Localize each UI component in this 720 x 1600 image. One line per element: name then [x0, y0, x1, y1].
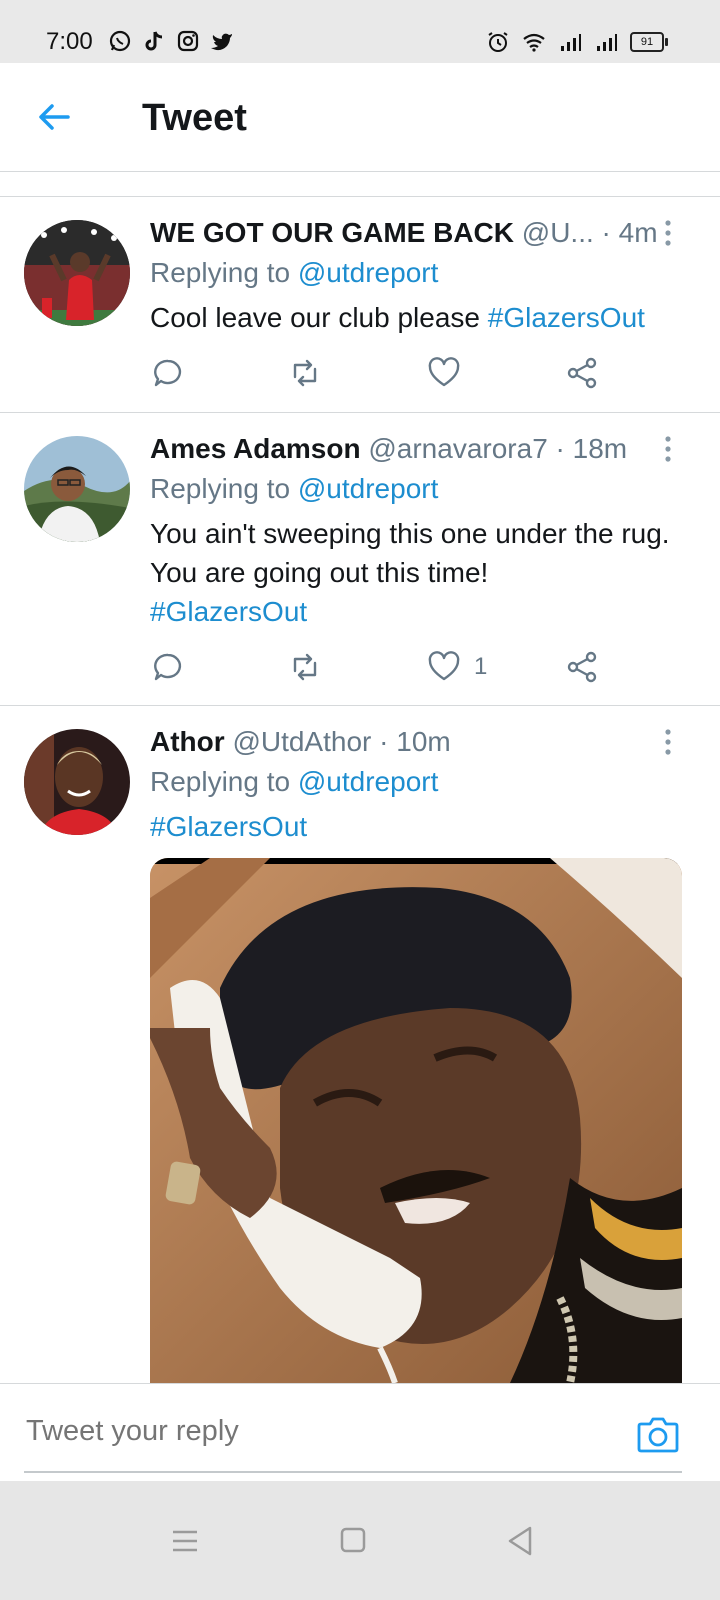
author-name[interactable]: Ames Adamson [150, 433, 361, 464]
reply-button[interactable] [150, 353, 186, 393]
tiktok-icon [145, 31, 163, 51]
retweet-icon [293, 653, 317, 681]
system-icons: 91 [486, 30, 668, 54]
author-handle-time: @arnavarora7 · 18m [368, 433, 628, 464]
like-button[interactable]: 1 [426, 647, 487, 687]
hashtag-link[interactable]: #GlazersOut [150, 807, 670, 846]
wifi-icon [523, 33, 545, 52]
top-app-bar: Tweet [0, 63, 720, 172]
tweet-body: Cool leave our club please [150, 302, 488, 333]
heart-icon [428, 357, 460, 387]
tweet-header: Athor @UtdAthor · 10m [150, 726, 660, 758]
tweet-text: #GlazersOut [150, 807, 670, 846]
tweet-item[interactable]: WE GOT OUR GAME BACK @U... · 4m Replying… [0, 197, 720, 412]
menu-icon[interactable] [165, 1523, 205, 1559]
like-button[interactable] [426, 353, 474, 393]
tweet-body: You ain't sweeping this one under the ru… [150, 518, 670, 588]
reply-icon [154, 653, 182, 681]
avatar[interactable] [24, 220, 130, 326]
replying-to-label: Replying to [150, 473, 298, 504]
tweet-text: You ain't sweeping this one under the ru… [150, 514, 670, 631]
more-options-icon[interactable] [656, 216, 680, 250]
replying-to-handle[interactable]: @utdreport [298, 473, 439, 504]
replying-to-handle[interactable]: @utdreport [298, 766, 439, 797]
retweet-button[interactable] [287, 353, 323, 393]
hashtag-link[interactable]: #GlazersOut [150, 592, 670, 631]
page-title: Tweet [142, 97, 247, 139]
reply-input[interactable] [24, 1408, 628, 1454]
signal-icon [561, 34, 581, 51]
share-button[interactable] [564, 647, 600, 687]
retweet-icon [293, 359, 317, 387]
twitter-icon [211, 33, 232, 51]
reply-button[interactable] [150, 647, 186, 687]
status-time: 7:00 [46, 28, 93, 55]
like-count: 1 [474, 653, 488, 680]
replying-to-label: Replying to [150, 257, 298, 288]
replying-to: Replying to @utdreport [150, 473, 438, 505]
avatar[interactable] [24, 436, 130, 542]
system-navigation-bar [0, 1481, 720, 1600]
author-name[interactable]: WE GOT OUR GAME BACK [150, 217, 514, 248]
author-handle-time: @UtdAthor · 10m [232, 726, 451, 757]
tweet-media-video[interactable] [150, 858, 682, 1383]
alarm-icon [488, 32, 508, 52]
home-square-icon[interactable] [333, 1523, 373, 1559]
reply-input-underline [24, 1471, 682, 1473]
arrow-left-icon[interactable] [34, 97, 74, 137]
tweet-item[interactable]: Ames Adamson @arnavarora7 · 18m Replying… [0, 413, 720, 705]
heart-icon [428, 651, 460, 681]
replying-to: Replying to @utdreport [150, 766, 438, 798]
tweet-actions: 1 [150, 647, 620, 687]
instagram-icon [177, 30, 199, 52]
notification-icons [108, 29, 234, 53]
author-name[interactable]: Athor [150, 726, 225, 757]
share-button[interactable] [564, 353, 600, 393]
author-handle-time: @U... · 4m [521, 217, 658, 248]
whatsapp-icon [109, 30, 131, 52]
tweet-text: Cool leave our club please #GlazersOut [150, 298, 690, 337]
camera-icon[interactable] [636, 1414, 680, 1454]
status-bar: 7:00 91 [0, 0, 720, 63]
reply-icon [154, 359, 182, 387]
share-icon [567, 357, 597, 389]
more-options-icon[interactable] [656, 725, 680, 759]
more-options-icon[interactable] [656, 432, 680, 466]
share-icon [567, 651, 597, 683]
avatar[interactable] [24, 729, 130, 835]
replying-to: Replying to @utdreport [150, 257, 438, 289]
hashtag-link[interactable]: #GlazersOut [488, 302, 645, 333]
battery-indicator: 91 [630, 32, 668, 52]
signal-icon [597, 34, 617, 51]
replying-to-handle[interactable]: @utdreport [298, 257, 439, 288]
tweet-header: Ames Adamson @arnavarora7 · 18m [150, 433, 660, 465]
tweet-actions [150, 353, 620, 393]
reply-composer [0, 1383, 720, 1482]
back-triangle-icon[interactable] [500, 1523, 540, 1559]
tweet-header: WE GOT OUR GAME BACK @U... · 4m [150, 217, 660, 249]
replying-to-label: Replying to [150, 766, 298, 797]
retweet-button[interactable] [287, 647, 323, 687]
